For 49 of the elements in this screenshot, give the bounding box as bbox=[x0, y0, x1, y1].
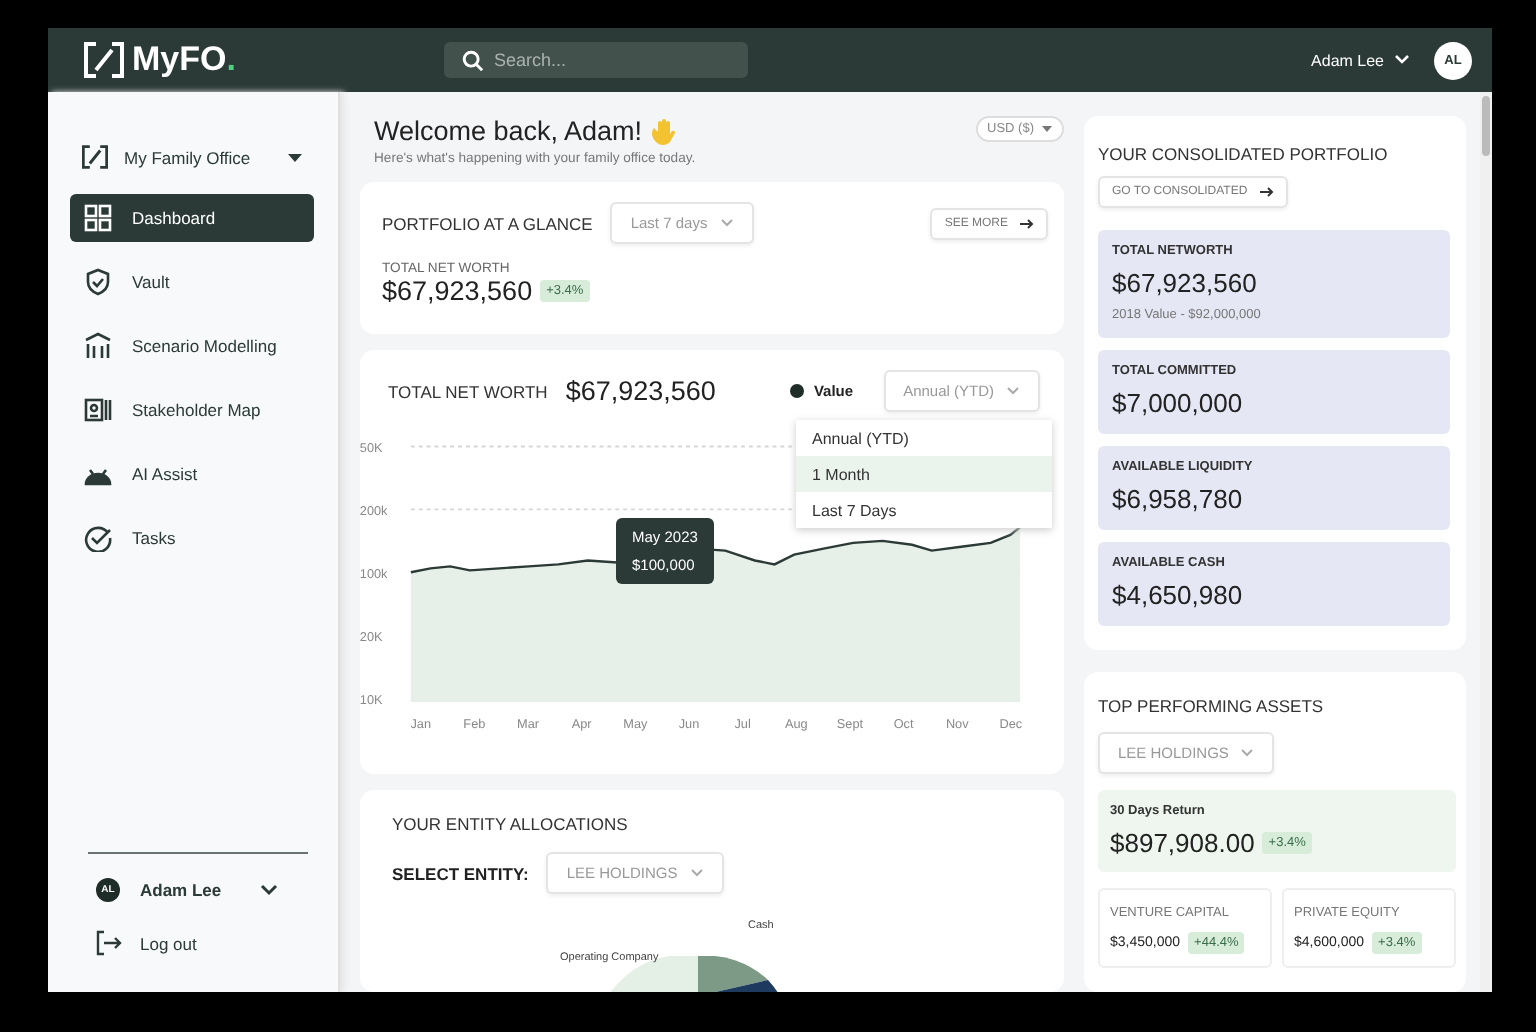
metric-value: $6,958,780 bbox=[1112, 484, 1245, 514]
select-label: SELECT ENTITY: bbox=[392, 863, 529, 883]
metric-value: $67,923,560 bbox=[382, 276, 533, 306]
logout-icon bbox=[96, 930, 122, 956]
welcome-title: Welcome back, Adam! bbox=[374, 116, 643, 146]
metric-value: $67,923,560 bbox=[1112, 268, 1259, 298]
menu-option[interactable]: 1 Month bbox=[796, 456, 1052, 492]
logout-button[interactable]: Log out bbox=[70, 914, 314, 972]
chevron-icon bbox=[1006, 386, 1020, 396]
nav-item[interactable]: Stakeholder Map bbox=[70, 386, 314, 434]
chart-value: $67,923,560 bbox=[565, 376, 716, 406]
chevron-icon bbox=[260, 884, 278, 896]
legend-dot-icon bbox=[789, 384, 804, 398]
chevron-icon bbox=[689, 868, 704, 878]
waving-hand-icon bbox=[650, 117, 677, 145]
metric-value: $4,650,980 bbox=[1112, 580, 1245, 610]
nav-item[interactable]: AI Assist bbox=[70, 450, 314, 498]
nav-item[interactable]: Dashboard bbox=[70, 194, 314, 242]
card-title: YOUR ENTITY ALLOCATIONS bbox=[392, 814, 630, 834]
menu-option[interactable]: Last 7 Days bbox=[796, 492, 1052, 528]
nav-item[interactable]: Tasks bbox=[70, 514, 314, 562]
scrollbar[interactable] bbox=[1480, 92, 1492, 992]
logo-dot: . bbox=[226, 40, 236, 80]
metric-value: $7,000,000 bbox=[1112, 388, 1245, 418]
arrow-icon bbox=[1259, 186, 1274, 198]
caret-icon bbox=[1042, 126, 1052, 132]
office-selector[interactable]: My Family Office bbox=[70, 136, 314, 178]
check-circle-icon bbox=[84, 524, 112, 552]
logo-text: MyFO bbox=[132, 40, 227, 80]
chevron-icon bbox=[719, 218, 734, 228]
arrow-icon bbox=[1020, 217, 1034, 229]
card-title: YOUR CONSOLIDATED PORTFOLIO bbox=[1098, 144, 1390, 164]
chevron-icon bbox=[1240, 748, 1255, 758]
caret-icon bbox=[288, 153, 302, 161]
menu-option[interactable]: Annual (YTD) bbox=[796, 420, 1052, 456]
nav-item[interactable]: Vault bbox=[70, 258, 314, 306]
logo-icon bbox=[82, 144, 108, 170]
card-title: PORTFOLIO AT A GLANCE bbox=[382, 213, 593, 233]
shield-icon bbox=[84, 268, 112, 296]
card-title: TOP PERFORMING ASSETS bbox=[1098, 696, 1326, 716]
id-card-icon bbox=[84, 396, 112, 424]
grid-icon bbox=[84, 204, 112, 232]
nav-item[interactable]: Scenario Modelling bbox=[70, 322, 314, 370]
search-field[interactable]: Search... bbox=[444, 42, 748, 78]
chevron-icon bbox=[1394, 54, 1410, 66]
return-value: $897,908.00 bbox=[1110, 828, 1255, 858]
logo-icon bbox=[84, 42, 124, 78]
user-menu[interactable]: Adam Lee bbox=[1311, 51, 1410, 69]
card-title: TOTAL NET WORTH bbox=[388, 381, 548, 401]
